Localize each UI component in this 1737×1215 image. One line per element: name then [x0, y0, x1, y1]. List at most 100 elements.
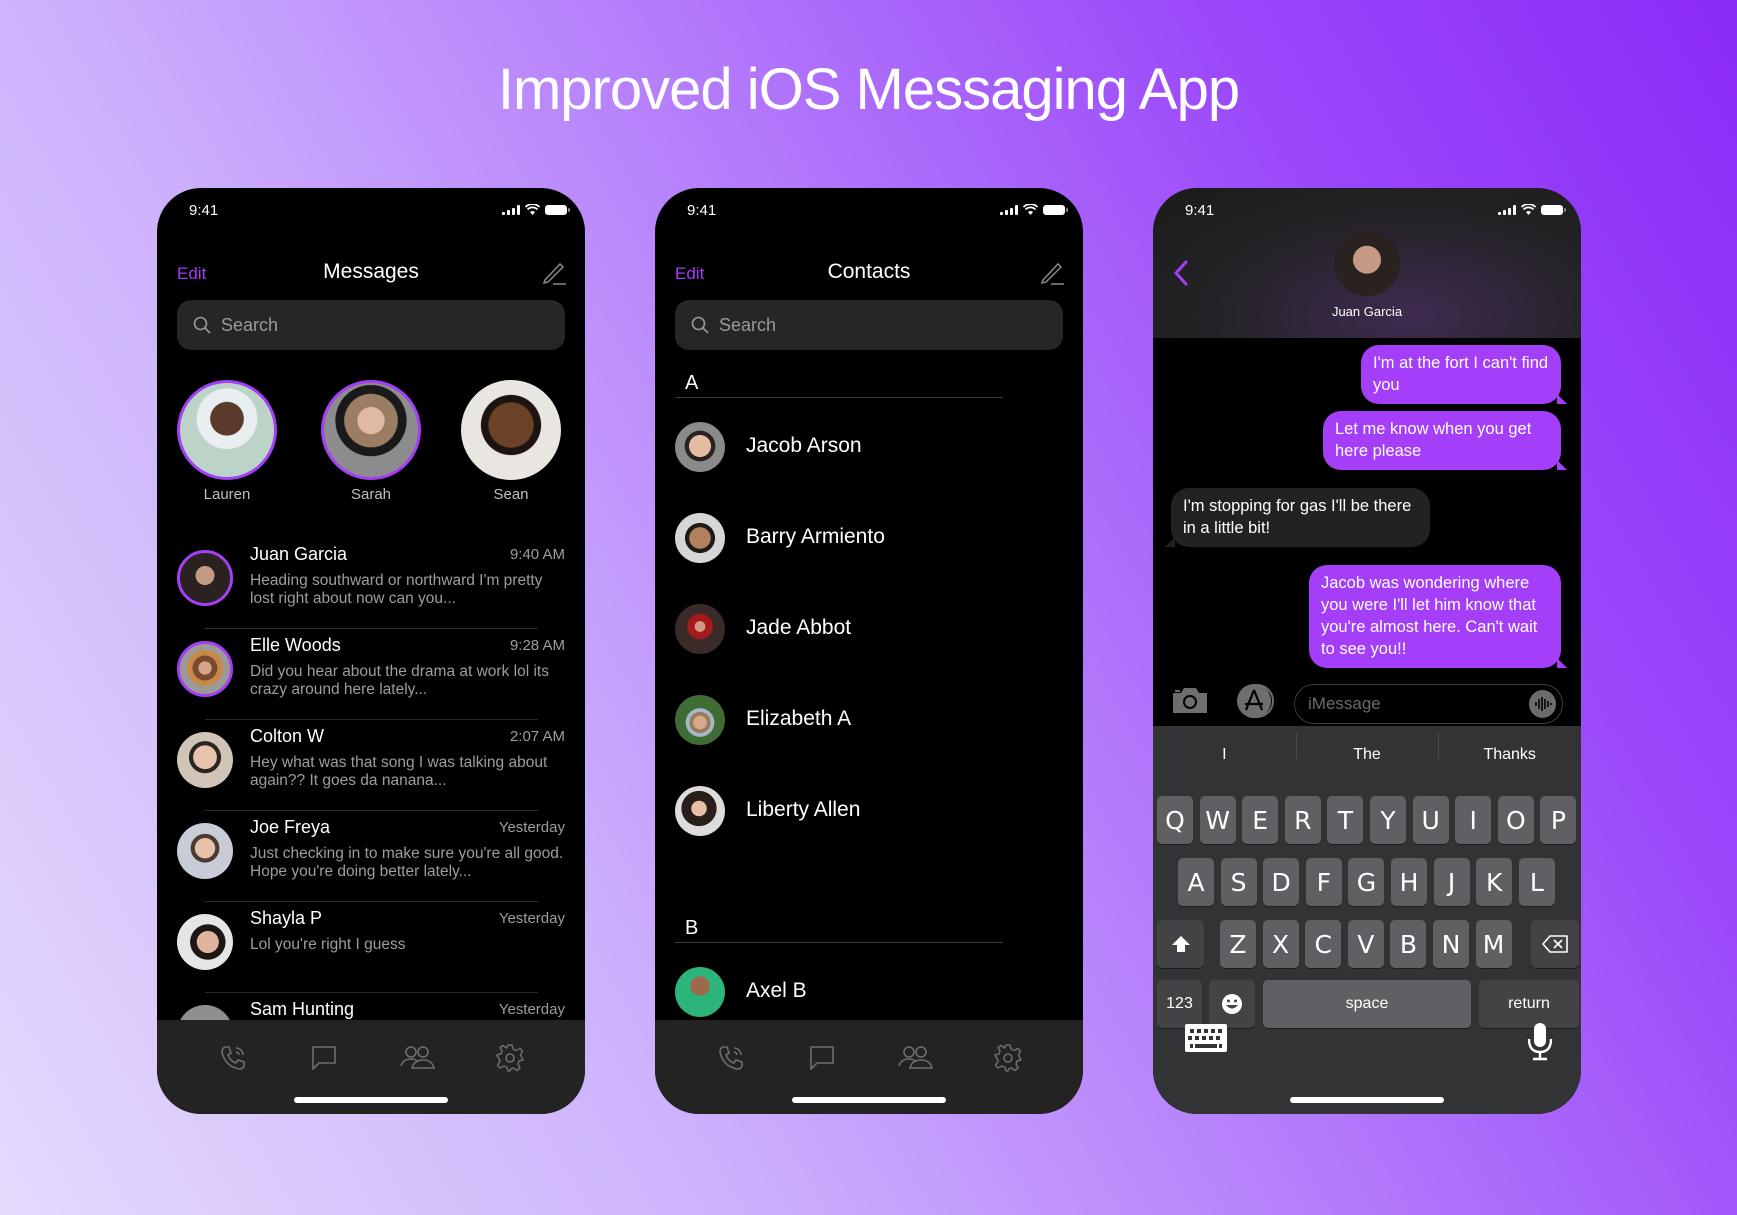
search-icon	[193, 316, 211, 334]
suggestion-item[interactable]: I	[1153, 746, 1296, 764]
key-h[interactable]: H	[1391, 858, 1427, 906]
contact-avatar[interactable]	[1334, 230, 1400, 296]
imessage-field[interactable]	[1294, 684, 1563, 724]
suggestion-item[interactable]: The	[1295, 733, 1439, 764]
contact-row[interactable]: Jacob Arson	[655, 412, 1083, 503]
avatar	[177, 823, 233, 879]
contact-row[interactable]: Elizabeth A	[655, 685, 1083, 776]
key-w[interactable]: W	[1199, 796, 1236, 844]
conversation-row[interactable]: Shayla P Yesterday Lol you're right I gu…	[157, 902, 585, 993]
contact-name: Elizabeth A	[746, 707, 852, 730]
key-c[interactable]: C	[1305, 920, 1342, 968]
search-bar[interactable]	[675, 300, 1063, 350]
contact-name: Jacob Arson	[746, 434, 862, 457]
conversation-row[interactable]: Colton W 2:07 AM Hey what was that song …	[157, 720, 585, 811]
contact-name: Liberty Allen	[746, 798, 861, 821]
key-u[interactable]: U	[1412, 796, 1449, 844]
key-e[interactable]: E	[1242, 796, 1279, 844]
message-time: 9:40 AM	[509, 546, 565, 563]
microphone-icon[interactable]	[1525, 1022, 1555, 1062]
key-g[interactable]: G	[1348, 858, 1385, 906]
key-z[interactable]: Z	[1220, 920, 1256, 968]
shift-key[interactable]	[1157, 920, 1204, 968]
key-n[interactable]: N	[1433, 920, 1469, 968]
conversation-row[interactable]: Juan Garcia 9:40 AM Heading southward or…	[157, 538, 585, 629]
audio-waveform-icon[interactable]	[1529, 690, 1556, 718]
contact-row[interactable]: Liberty Allen	[655, 776, 1083, 867]
battery-icon	[545, 204, 570, 215]
message-preview: Heading southward or northward I'm prett…	[250, 572, 543, 607]
keyboard-icon[interactable]	[1183, 1022, 1229, 1054]
key-i[interactable]: I	[1455, 796, 1492, 844]
chat-icon[interactable]	[308, 1042, 340, 1074]
contact-row[interactable]: Jade Abbot	[655, 594, 1083, 685]
delete-key[interactable]	[1531, 920, 1579, 968]
story-item[interactable]: Sarah	[321, 380, 421, 503]
key-x[interactable]: X	[1262, 920, 1299, 968]
suggestion-item[interactable]: Thanks	[1438, 733, 1581, 764]
message-time: Yesterday	[498, 1001, 565, 1018]
compose-icon[interactable]	[1039, 260, 1065, 286]
key-b[interactable]: B	[1390, 920, 1427, 968]
contact-name: Axel B	[746, 979, 807, 1002]
signal-icon	[502, 204, 520, 215]
divider	[675, 397, 1003, 398]
key-q[interactable]: Q	[1157, 796, 1193, 844]
story-item[interactable]: Sean	[461, 380, 561, 503]
compose-icon[interactable]	[541, 260, 567, 286]
phone-icon[interactable]	[715, 1042, 747, 1074]
search-bar[interactable]	[177, 300, 565, 350]
wifi-icon	[1023, 204, 1038, 215]
contacts-icon[interactable]	[897, 1042, 933, 1074]
conversation-row[interactable]: Elle Woods 9:28 AM Did you hear about th…	[157, 629, 585, 720]
key-m[interactable]: M	[1475, 920, 1512, 968]
section-letter: B	[685, 917, 699, 939]
contact-name: Jade Abbot	[746, 616, 852, 639]
section-header: A	[655, 372, 1083, 412]
status-bar: 9:41	[157, 188, 585, 234]
settings-icon[interactable]	[992, 1042, 1024, 1074]
message-input[interactable]	[1308, 694, 1529, 714]
key-l[interactable]: L	[1518, 858, 1555, 906]
contact-name[interactable]: Juan Garcia	[1153, 304, 1581, 319]
search-input[interactable]	[719, 314, 1019, 336]
key-a[interactable]: A	[1178, 858, 1214, 906]
camera-icon[interactable]	[1171, 685, 1209, 715]
avatar	[177, 732, 233, 788]
search-input[interactable]	[221, 314, 521, 336]
contact-row[interactable]: Barry Armiento	[655, 503, 1083, 594]
key-o[interactable]: O	[1497, 796, 1534, 844]
back-chevron-icon[interactable]	[1171, 258, 1191, 288]
key-t[interactable]: T	[1327, 796, 1364, 844]
settings-icon[interactable]	[494, 1042, 526, 1074]
story-item[interactable]: Lauren	[177, 380, 277, 503]
incoming-message: I'm stopping for gas I'll be there in a …	[1165, 488, 1430, 547]
key-f[interactable]: F	[1305, 858, 1342, 906]
app-store-icon[interactable]	[1235, 683, 1275, 719]
message-time: Yesterday	[498, 910, 565, 927]
section-letter: A	[685, 372, 699, 394]
conversation-row[interactable]: Joe Freya Yesterday Just checking in to …	[157, 811, 585, 902]
key-s[interactable]: S	[1220, 858, 1257, 906]
emoji-key[interactable]	[1209, 980, 1255, 1028]
return-key[interactable]: return	[1479, 980, 1579, 1028]
avatar	[177, 914, 233, 970]
phone-icon[interactable]	[217, 1042, 249, 1074]
battery-icon	[1541, 204, 1566, 215]
wifi-icon	[525, 204, 540, 215]
avatar	[321, 380, 421, 480]
numbers-key[interactable]: 123	[1157, 980, 1202, 1028]
signal-icon	[1498, 204, 1516, 215]
key-d[interactable]: D	[1263, 858, 1300, 906]
space-key[interactable]: space	[1263, 980, 1471, 1028]
avatar	[675, 422, 725, 472]
key-p[interactable]: P	[1540, 796, 1577, 844]
key-j[interactable]: J	[1433, 858, 1470, 906]
key-v[interactable]: V	[1347, 920, 1384, 968]
chat-icon[interactable]	[806, 1042, 838, 1074]
shift-icon	[1171, 936, 1190, 952]
key-y[interactable]: Y	[1370, 796, 1406, 844]
contacts-icon[interactable]	[399, 1042, 435, 1074]
key-r[interactable]: R	[1284, 796, 1321, 844]
key-k[interactable]: K	[1476, 858, 1513, 906]
